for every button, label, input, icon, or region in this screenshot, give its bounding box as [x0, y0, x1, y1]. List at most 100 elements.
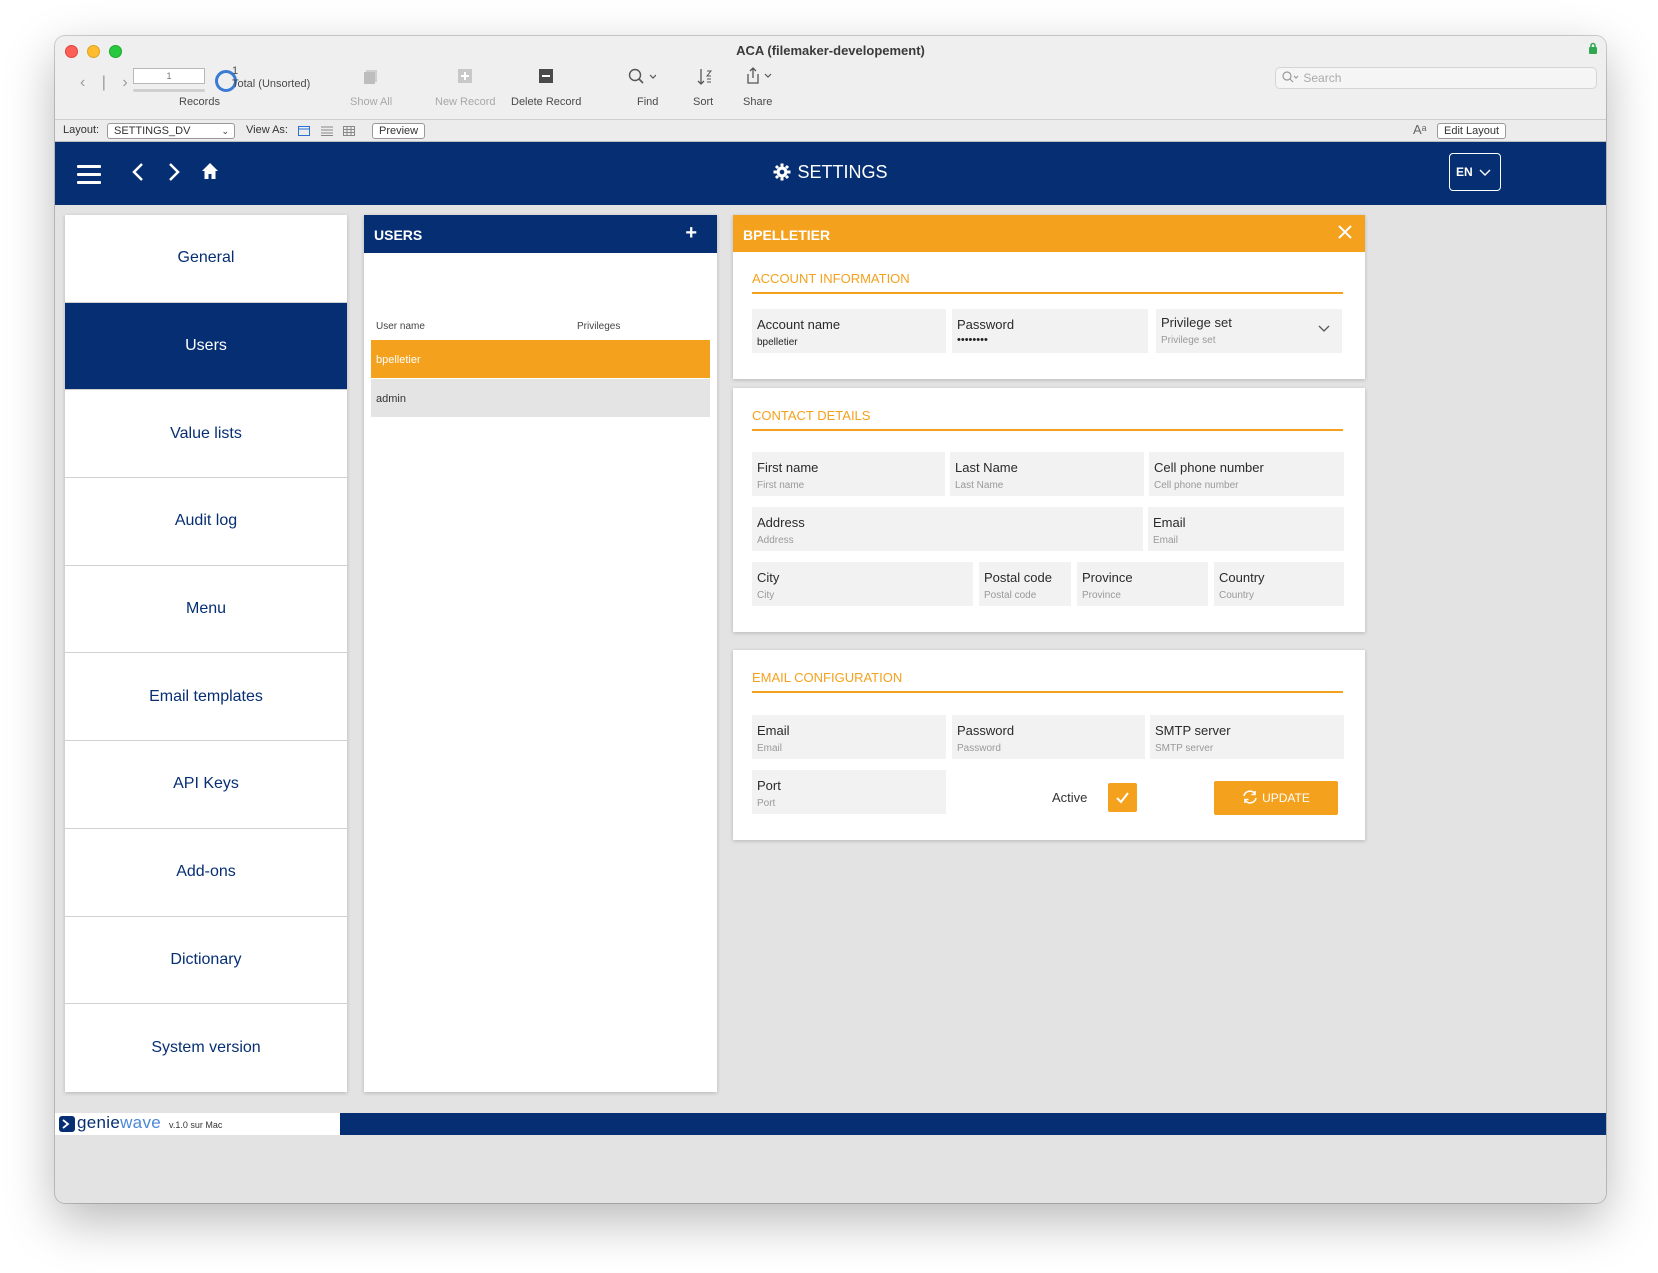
record-nav-arrows[interactable]: ‹ | › [80, 74, 134, 92]
chevron-down-icon [1318, 325, 1330, 332]
smtp-email-placeholder: Email [757, 743, 783, 754]
menu-item-value-lists[interactable]: Value lists [65, 390, 347, 479]
chevron-down-icon: ⌄ [221, 126, 229, 136]
find-icon[interactable] [628, 68, 656, 86]
smtp-password-field[interactable]: Password Password [952, 715, 1145, 759]
province-placeholder: Province [1082, 590, 1121, 601]
account-card: BPELLETIER ACCOUNT INFORMATION Account n… [733, 215, 1365, 379]
user-detail-header: BPELLETIER [733, 215, 1365, 252]
find-button[interactable]: Find [637, 96, 658, 108]
total-unsorted: Total (Unsorted) [232, 78, 311, 90]
menu-item-email-templates[interactable]: Email templates [65, 653, 347, 742]
province-field[interactable]: Province Province [1077, 562, 1208, 606]
contact-email-field[interactable]: Email Email [1148, 507, 1344, 551]
postal-code-field[interactable]: Postal code Postal code [979, 562, 1071, 606]
smtp-port-placeholder: Port [757, 798, 776, 809]
active-label: Active [1052, 790, 1088, 805]
record-number-field[interactable]: 1 [133, 68, 205, 84]
page-title-text: SETTINGS [797, 162, 888, 182]
new-record-icon[interactable] [458, 69, 472, 83]
settings-menu: General Users Value lists Audit log Menu… [65, 215, 347, 1092]
language-select[interactable]: EN [1449, 153, 1501, 191]
new-record-button[interactable]: New Record [435, 96, 496, 108]
table-view-icon[interactable] [343, 126, 355, 136]
preview-button[interactable]: Preview [372, 123, 426, 139]
footer-brand: geniewave v.1.0 sur Mac [55, 1113, 340, 1135]
form-view-icon[interactable] [298, 126, 310, 136]
smtp-server-field[interactable]: SMTP server SMTP server [1150, 715, 1344, 759]
contact-email-label: Email [1153, 515, 1186, 530]
password-label: Password [957, 317, 1015, 332]
cell-phone-placeholder: Cell phone number [1154, 480, 1239, 491]
menu-item-audit-log[interactable]: Audit log [65, 478, 347, 566]
smtp-email-label: Email [757, 723, 790, 738]
postal-code-label: Postal code [984, 570, 1052, 585]
privilege-set-select[interactable]: Privilege set Privilege set [1156, 309, 1342, 353]
smtp-email-field[interactable]: Email Email [752, 715, 946, 759]
menu-item-general[interactable]: General [65, 215, 347, 303]
share-button[interactable]: Share [743, 96, 772, 108]
font-size-icon[interactable]: Aᵃ [1413, 122, 1427, 137]
last-name-field[interactable]: Last Name Last Name [950, 452, 1144, 496]
show-all-icon[interactable] [363, 69, 379, 85]
record-slider[interactable] [133, 89, 205, 92]
column-header-privileges: Privileges [577, 321, 621, 332]
menu-item-api-keys[interactable]: API Keys [65, 741, 347, 829]
users-panel-header: USERS + [364, 215, 717, 253]
cell-phone-field[interactable]: Cell phone number Cell phone number [1149, 452, 1344, 496]
share-icon[interactable] [745, 67, 775, 85]
genie-logo-icon [59, 1116, 75, 1132]
menu-item-system-version[interactable]: System version [65, 1004, 347, 1092]
close-icon[interactable] [1337, 224, 1353, 240]
city-field[interactable]: City City [752, 562, 973, 606]
account-name-label: Account name [757, 317, 841, 332]
account-name-field[interactable]: Account name bpelletier [752, 309, 946, 353]
delete-record-button[interactable]: Delete Record [511, 96, 581, 108]
user-row[interactable]: bpelletier [371, 340, 710, 378]
last-name-label: Last Name [955, 460, 1018, 475]
update-label: UPDATE [1262, 791, 1310, 805]
address-field[interactable]: Address Address [752, 507, 1143, 551]
city-label: City [757, 570, 780, 585]
user-row-username: bpelletier [376, 354, 421, 366]
menu-item-add-ons[interactable]: Add-ons [65, 829, 347, 917]
sort-icon[interactable] [697, 68, 713, 86]
footer-bar [340, 1113, 1606, 1135]
show-all-button[interactable]: Show All [350, 96, 392, 108]
brand-wave: wave [120, 1113, 161, 1132]
country-label: Country [1219, 570, 1265, 585]
sort-button[interactable]: Sort [693, 96, 713, 108]
search-placeholder: Search [1303, 71, 1342, 85]
password-value: •••••••• [957, 334, 988, 346]
update-button[interactable]: UPDATE [1214, 781, 1338, 815]
view-as-label: View As: [246, 124, 288, 136]
smtp-password-placeholder: Password [957, 743, 1001, 754]
user-row[interactable]: admin [371, 379, 710, 417]
users-panel: USERS + User name Privileges bpelletier … [364, 215, 717, 1092]
country-field[interactable]: Country Country [1214, 562, 1344, 606]
delete-record-icon[interactable] [539, 69, 553, 83]
contact-card: CONTACT DETAILS First name First name La… [733, 388, 1365, 632]
smtp-port-field[interactable]: Port Port [752, 770, 946, 814]
first-name-field[interactable]: First name First name [752, 452, 945, 496]
menu-item-users[interactable]: Users [65, 302, 347, 391]
menu-item-menu[interactable]: Menu [65, 566, 347, 654]
layout-select[interactable]: SETTINGS_DV ⌄ [107, 123, 235, 139]
user-row-username: admin [376, 393, 406, 405]
toolbar-search-input[interactable]: Search [1275, 67, 1597, 89]
list-view-icon[interactable] [321, 126, 333, 136]
city-placeholder: City [757, 590, 775, 601]
edit-layout-button[interactable]: Edit Layout [1437, 123, 1507, 139]
refresh-icon [1243, 790, 1257, 804]
privilege-set-label: Privilege set [1161, 315, 1232, 330]
active-checkbox[interactable] [1108, 783, 1137, 812]
menu-item-dictionary[interactable]: Dictionary [65, 917, 347, 1005]
checkmark-icon [1116, 792, 1129, 804]
first-name-label: First name [757, 460, 819, 475]
found-count: 1 [232, 65, 239, 77]
app-header: SETTINGS EN [55, 142, 1606, 205]
password-field[interactable]: Password •••••••• [952, 309, 1148, 353]
smtp-port-label: Port [757, 778, 781, 793]
add-user-icon[interactable]: + [685, 223, 697, 243]
app-window: ACA (filemaker-developement) ‹ | › 1 1 T… [55, 36, 1606, 1203]
